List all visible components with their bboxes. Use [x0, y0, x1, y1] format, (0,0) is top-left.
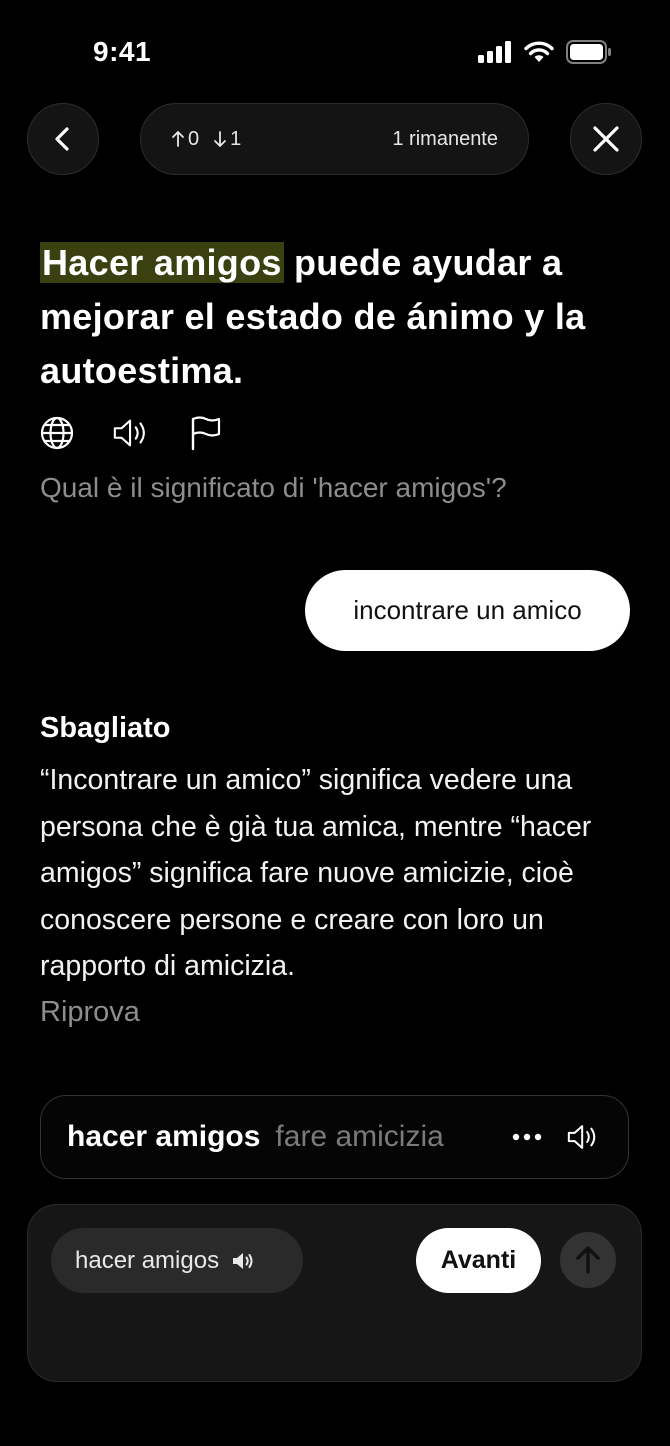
- sentence-tools: [38, 414, 224, 452]
- vocab-card[interactable]: hacer amigos fare amicizia: [40, 1095, 629, 1179]
- status-time: 9:41: [93, 36, 152, 67]
- globe-icon: [40, 416, 74, 450]
- feedback-title: Sbagliato: [40, 712, 171, 744]
- target-sentence: Hacer amigos puede ayudar a mejorar el e…: [40, 236, 640, 398]
- up-count: 0: [171, 128, 199, 151]
- progress-pill: 0 1 1 rimanente: [140, 103, 529, 175]
- arrow-up-icon: [576, 1246, 600, 1274]
- wifi-icon: [524, 41, 554, 62]
- report-button[interactable]: [186, 414, 224, 452]
- chip-label: hacer amigos: [75, 1246, 220, 1274]
- status-icons: [478, 40, 612, 64]
- down-count: 1: [213, 128, 241, 151]
- translate-button[interactable]: [38, 414, 76, 452]
- bottom-panel: hacer amigos Avanti: [27, 1204, 642, 1382]
- close-icon: [593, 126, 619, 152]
- ellipsis-icon[interactable]: [512, 1133, 542, 1141]
- remaining-count: 1 rimanente: [392, 127, 498, 150]
- vocab-word: hacer amigos: [67, 1120, 261, 1153]
- back-button[interactable]: [27, 103, 99, 175]
- chevron-left-icon: [55, 127, 69, 151]
- vocab-translation: fare amicizia: [275, 1120, 444, 1153]
- arrow-up-small-icon: [172, 131, 184, 147]
- battery-icon: [566, 40, 611, 64]
- feedback-explanation: “Incontrare un amico” significa vedere u…: [40, 764, 592, 982]
- close-button[interactable]: [570, 103, 642, 175]
- next-button[interactable]: Avanti: [416, 1228, 541, 1293]
- phrase-chip[interactable]: hacer amigos: [51, 1228, 303, 1293]
- speaker-icon[interactable]: [566, 1122, 600, 1152]
- question-text: Qual è il significato di 'hacer amigos'?: [40, 472, 507, 503]
- vote-counts: 0 1: [171, 128, 241, 151]
- send-button[interactable]: [560, 1232, 616, 1288]
- signal-icon: [478, 41, 511, 63]
- speaker-icon: [113, 419, 145, 447]
- highlighted-phrase[interactable]: Hacer amigos: [40, 242, 284, 283]
- audio-button[interactable]: [112, 414, 150, 452]
- flag-icon: [191, 416, 221, 451]
- retry-link[interactable]: Riprova: [40, 996, 140, 1029]
- vocab-actions: [512, 1122, 600, 1152]
- arrow-down-small-icon: [214, 131, 227, 147]
- user-answer-bubble: incontrare un amico: [305, 570, 630, 651]
- status-bar: 9:41: [0, 0, 670, 100]
- speaker-filled-icon: [233, 1252, 253, 1269]
